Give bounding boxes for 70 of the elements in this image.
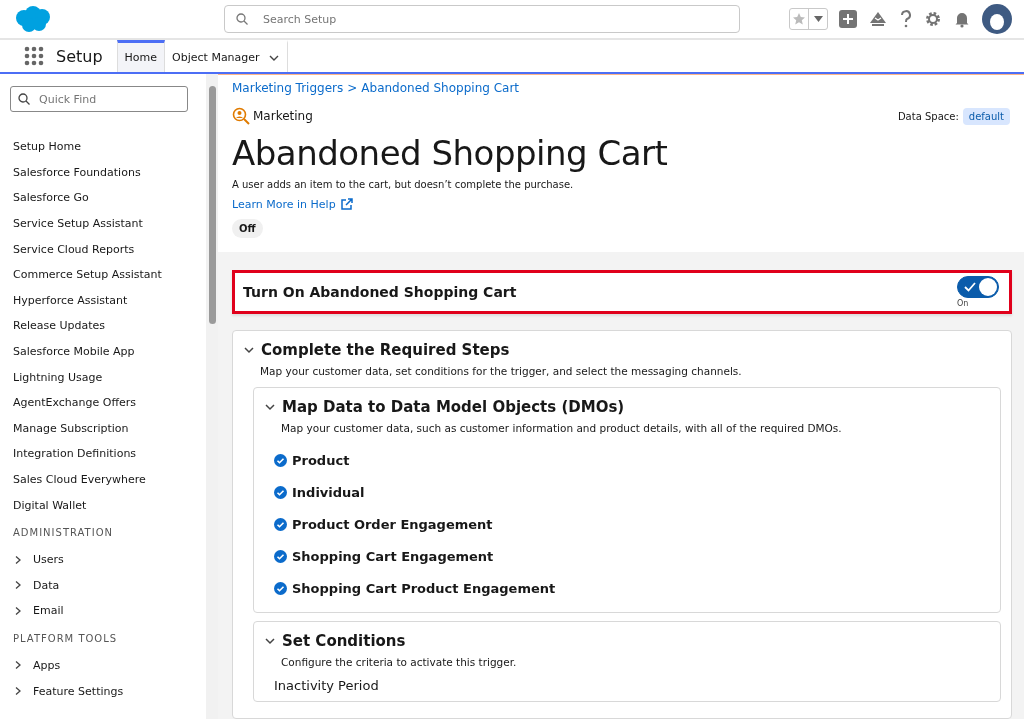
section-heading: ADMINISTRATION [12, 525, 115, 540]
toggle-switch[interactable] [957, 276, 999, 298]
sidebar-item[interactable]: Commerce Setup Assistant [10, 261, 206, 288]
bell-icon[interactable] [953, 10, 971, 28]
sidebar-item[interactable]: Service Setup Assistant [10, 210, 206, 237]
app-launcher-icon[interactable] [24, 46, 44, 66]
sidebar-item[interactable]: Salesforce Foundations [10, 159, 206, 186]
settings-icon[interactable] [924, 10, 942, 28]
sidebar-item[interactable]: Digital Wallet [10, 492, 206, 518]
data-space-label: Data Space: [897, 110, 959, 122]
dmo-item: Shopping Cart Engagement [292, 548, 494, 564]
sidebar-item[interactable]: Setup Home [10, 134, 206, 160]
sidebar-item[interactable]: AgentExchange Offers [10, 389, 206, 416]
page-title: Abandoned Shopping Cart [232, 133, 669, 173]
section-heading: PLATFORM TOOLS [12, 631, 119, 646]
nav-tab[interactable]: Home [116, 40, 166, 72]
sidebar-item[interactable]: Manage Subscription [10, 415, 206, 442]
sidebar-item[interactable]: Hyperforce Assistant [10, 287, 206, 314]
field-label: Inactivity Period [273, 678, 380, 693]
sidebar-item[interactable]: Email [33, 604, 64, 618]
category-label: Marketing [253, 109, 313, 123]
search-icon [18, 93, 30, 105]
chevron-right-icon[interactable] [13, 660, 23, 671]
step-title: Set Conditions [282, 632, 406, 650]
app-name: Setup [56, 45, 104, 68]
add-icon[interactable] [839, 10, 857, 28]
chevron-down-icon[interactable] [243, 344, 255, 356]
card-description: Map your customer data, set conditions for the trigger, and select the messaging channels. [260, 365, 743, 377]
quick-find-field[interactable]: Quick Find [10, 86, 188, 112]
sidebar-item[interactable]: Salesforce Mobile App [10, 338, 206, 365]
breadcrumb-link[interactable]: Marketing Triggers [232, 81, 344, 95]
sidebar-item[interactable]: Integration Definitions [10, 441, 206, 467]
search-icon [236, 13, 248, 25]
external-link-icon[interactable] [339, 198, 353, 211]
help-link[interactable]: Learn More in Help [232, 198, 353, 211]
checkmark-icon [964, 282, 976, 292]
step-title: Map Data to Data Model Objects (DMOs) [282, 398, 625, 416]
sidebar-item[interactable]: Salesforce Go [10, 185, 206, 211]
card-title: Complete the Required Steps [261, 341, 510, 359]
avatar-icon[interactable] [982, 4, 1012, 34]
chevron-right-icon[interactable] [13, 554, 23, 565]
search-field[interactable]: Search Setup [224, 5, 740, 33]
chevron-down-icon[interactable] [264, 401, 276, 413]
step-description: Map your customer data, such as customer information and product details, with all of the required DMOs. [281, 422, 843, 434]
sidebar-item[interactable]: Feature Settings [33, 684, 124, 698]
status-badge: Off [232, 219, 263, 238]
toggle-state-label: On [957, 299, 969, 308]
sidebar-item[interactable]: Data [33, 578, 60, 592]
sidebar-item[interactable]: Users [33, 553, 64, 567]
sidebar-item[interactable]: Apps [33, 659, 61, 672]
dmo-item: Product [292, 452, 350, 468]
sidebar-item[interactable]: Lightning Usage [10, 364, 206, 390]
breadcrumb-separator: > [347, 81, 358, 95]
person-magnifier-icon [232, 107, 250, 125]
chevron-right-icon[interactable] [13, 686, 23, 697]
activation-label: Turn On Abandoned Shopping Cart [243, 284, 517, 300]
sidebar-item[interactable]: Sales Cloud Everywhere [10, 466, 206, 493]
sidebar-item[interactable]: Service Cloud Reports [10, 236, 206, 262]
sidebar-item[interactable]: Release Updates [10, 313, 206, 339]
dmo-item: Shopping Cart Product Engagement [292, 580, 556, 596]
step-description: Configure the criteria to activate this trigger. [281, 656, 518, 668]
dmo-item: Individual [292, 484, 365, 500]
page-description: A user adds an item to the cart, but doesn’t complete the purchase. [232, 179, 575, 190]
breadcrumb-link[interactable]: Abandoned Shopping Cart [361, 81, 520, 95]
chevron-right-icon[interactable] [13, 580, 23, 591]
chevron-down-icon[interactable] [264, 635, 276, 647]
data-space-badge: default [962, 107, 1010, 125]
chevron-right-icon[interactable] [13, 605, 23, 616]
help-icon[interactable] [899, 10, 913, 28]
dmo-item: Product Order Engagement [292, 516, 493, 532]
